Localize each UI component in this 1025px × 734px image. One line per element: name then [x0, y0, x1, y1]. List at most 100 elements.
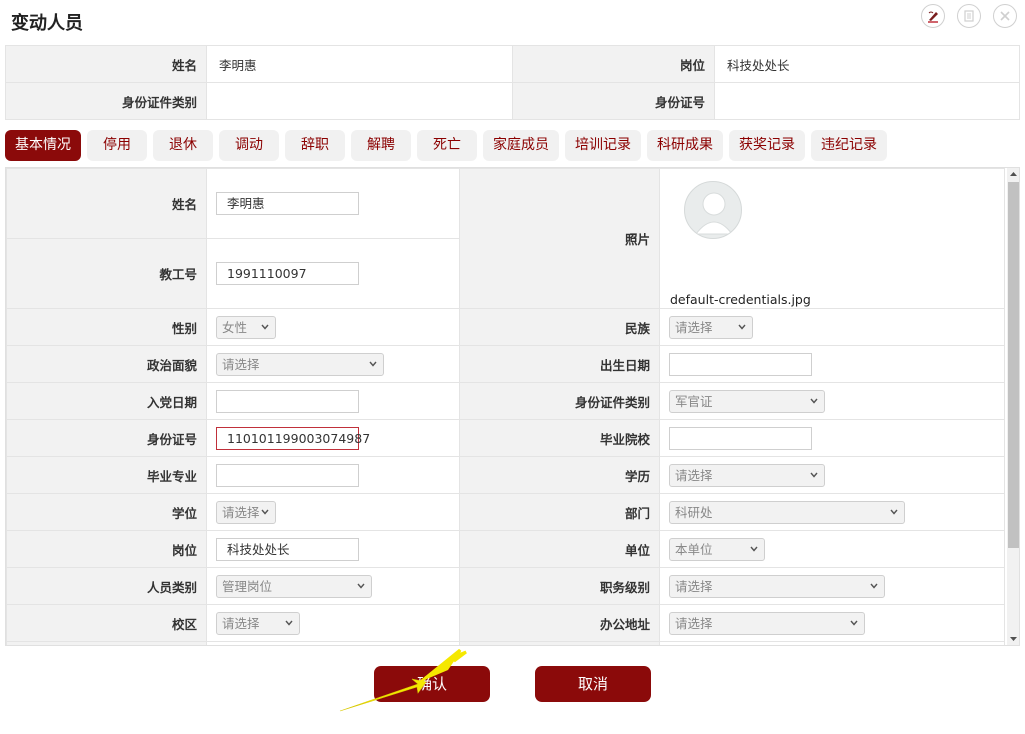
duty-level-select-value: 请选择 [675, 578, 713, 594]
summary-id-no-label: 身份证号 [512, 82, 715, 120]
political-select[interactable]: 请选择 [216, 352, 384, 376]
staff-type-select-value: 管理岗位 [222, 578, 273, 594]
tab-resign[interactable]: 辞职 [285, 130, 345, 161]
tab-basic-info[interactable]: 基本情况 [5, 130, 81, 161]
tab-suspend[interactable]: 停用 [87, 130, 147, 161]
post-label: 岗位 [6, 530, 207, 568]
education-label: 学历 [459, 456, 660, 494]
chevron-down-icon [285, 620, 293, 626]
photo-label: 照片 [459, 168, 660, 309]
edit-signature-button[interactable] [921, 4, 945, 28]
tab-dismiss[interactable]: 解聘 [351, 130, 411, 161]
dialog-title: 变动人员 [11, 13, 83, 34]
ethnicity-label: 民族 [459, 308, 660, 346]
chevron-down-icon [261, 324, 269, 330]
campus-select[interactable]: 请选择 [216, 611, 300, 635]
dept-select-value: 科研处 [675, 504, 713, 520]
name-label: 姓名 [6, 168, 207, 239]
political-label: 政治面貌 [6, 345, 207, 383]
default-avatar-icon [694, 192, 734, 235]
close-icon [1000, 11, 1010, 21]
list-icon [964, 10, 974, 22]
summary-table: 姓名 李明惠 岗位 科技处处长 身份证件类别 身份证号 [5, 45, 1020, 120]
staff-type-label: 人员类别 [6, 567, 207, 605]
school-input[interactable] [669, 426, 812, 450]
education-select-value: 请选择 [675, 467, 713, 483]
campus-select-value: 请选择 [222, 615, 260, 631]
ethnicity-select-value: 请选择 [675, 319, 713, 335]
tab-discipline[interactable]: 违纪记录 [811, 130, 887, 161]
political-select-value: 请选择 [222, 356, 260, 372]
edit-pen-icon [928, 11, 938, 23]
degree-select[interactable]: 请选择 [216, 500, 276, 524]
major-input[interactable] [216, 463, 359, 487]
education-select[interactable]: 请选择 [669, 463, 825, 487]
tab-death[interactable]: 死亡 [417, 130, 477, 161]
dialog-title-bar: 变动人员 [0, 0, 1025, 42]
confirm-button[interactable]: 确认 [374, 666, 490, 702]
gender-select[interactable]: 女性 [216, 315, 276, 339]
unit-select-value: 本单位 [675, 541, 713, 557]
cancel-button[interactable]: 取消 [535, 666, 651, 702]
scrollbar-thumb[interactable] [1008, 182, 1019, 548]
tab-family[interactable]: 家庭成员 [483, 130, 559, 161]
dept-select[interactable]: 科研处 [669, 500, 905, 524]
id-no-input[interactable]: 110101199003074987 [216, 426, 370, 450]
school-label: 毕业院校 [459, 419, 660, 457]
basic-info-form: 姓名 李明惠 照片 default-credentials.jpg 教工号 19… [6, 168, 1005, 645]
dept-label: 部门 [459, 493, 660, 531]
unit-select[interactable]: 本单位 [669, 537, 765, 561]
next-row-field-right [659, 641, 1005, 645]
scroll-up-arrow-icon[interactable] [1010, 171, 1017, 177]
party-date-input[interactable] [216, 389, 359, 413]
campus-label: 校区 [6, 604, 207, 642]
id-type-select-value: 军官证 [675, 393, 713, 409]
gender-label: 性别 [6, 308, 207, 346]
post-input[interactable]: 科技处处长 [216, 537, 359, 561]
tab-research[interactable]: 科研成果 [647, 130, 723, 161]
close-button[interactable] [993, 4, 1017, 28]
chevron-down-icon [890, 509, 898, 515]
next-row-label-right [459, 641, 660, 645]
id-type-label: 身份证件类别 [459, 382, 660, 420]
office-select-value: 请选择 [675, 615, 713, 631]
summary-id-no-value [714, 82, 1020, 120]
degree-label: 学位 [6, 493, 207, 531]
birth-label: 出生日期 [459, 345, 660, 383]
avatar[interactable] [684, 181, 742, 239]
duty-level-label: 职务级别 [459, 567, 660, 605]
staff-no-input[interactable]: 1991110097 [216, 262, 359, 285]
name-input[interactable]: 李明惠 [216, 192, 359, 215]
id-no-label: 身份证号 [6, 419, 207, 457]
birth-date-input[interactable] [669, 352, 812, 376]
ethnicity-select[interactable]: 请选择 [669, 315, 753, 339]
tab-awards[interactable]: 获奖记录 [729, 130, 805, 161]
summary-name-value: 李明惠 [206, 45, 513, 83]
summary-post-label: 岗位 [512, 45, 715, 83]
tab-transfer[interactable]: 调动 [219, 130, 279, 161]
summary-post-value: 科技处处长 [714, 45, 1020, 83]
scroll-down-arrow-icon[interactable] [1010, 636, 1017, 642]
gender-select-value: 女性 [222, 319, 248, 335]
staff-no-label: 教工号 [6, 238, 207, 309]
vertical-scrollbar[interactable] [1007, 168, 1019, 645]
summary-id-type-label: 身份证件类别 [5, 82, 207, 120]
chevron-down-icon [261, 509, 269, 515]
next-row-field [206, 641, 460, 645]
tab-retire[interactable]: 退休 [153, 130, 213, 161]
summary-name-label: 姓名 [5, 45, 207, 83]
chevron-down-icon [850, 620, 858, 626]
list-button[interactable] [957, 4, 981, 28]
chevron-down-icon [369, 361, 377, 367]
chevron-down-icon [870, 583, 878, 589]
duty-level-select[interactable]: 请选择 [669, 574, 885, 598]
degree-select-value: 请选择 [222, 504, 260, 520]
id-type-select[interactable]: 军官证 [669, 389, 825, 413]
photo-filename: default-credentials.jpg [670, 292, 811, 307]
unit-label: 单位 [459, 530, 660, 568]
chevron-down-icon [357, 583, 365, 589]
staff-type-select[interactable]: 管理岗位 [216, 574, 372, 598]
party-date-label: 入党日期 [6, 382, 207, 420]
tab-training[interactable]: 培训记录 [565, 130, 641, 161]
office-select[interactable]: 请选择 [669, 611, 865, 635]
